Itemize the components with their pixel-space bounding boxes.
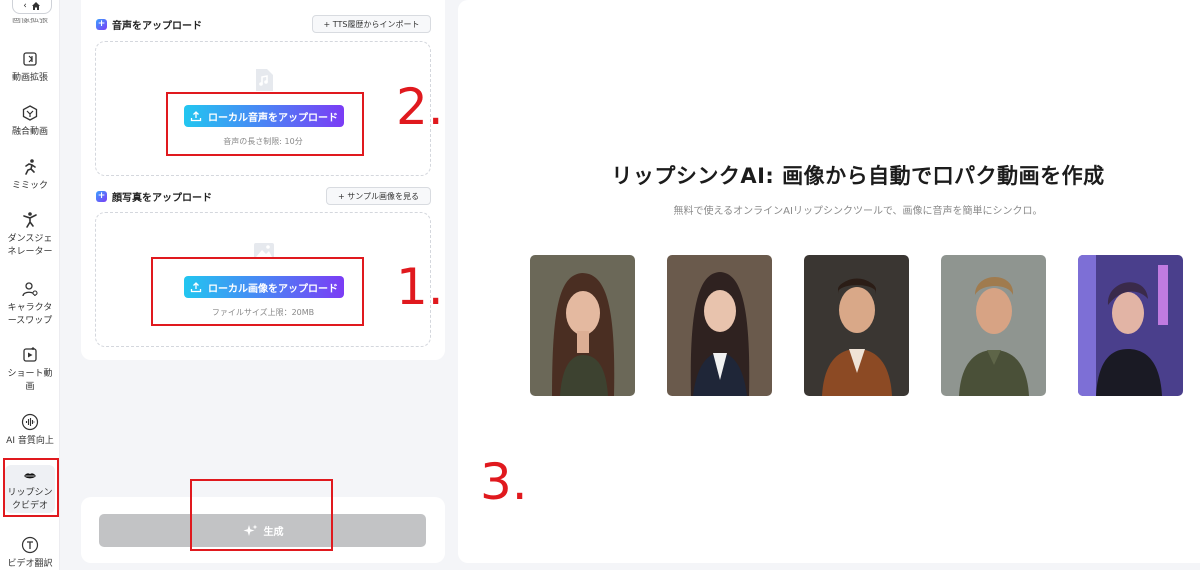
plus-badge-icon: + (96, 19, 107, 30)
sidebar-item-dance-generator[interactable]: ダンスジェ ネレーター (0, 211, 60, 259)
page-subtitle: 無料で使えるオンラインAIリップシンクツールで、画像に音声を簡単にシンクロ。 (673, 206, 1043, 217)
annotation-box-lipsync-menu (3, 458, 59, 517)
chevron-left-icon: ‹ (23, 1, 27, 11)
sample-portrait-2[interactable] (667, 255, 772, 396)
merge-video-icon (22, 105, 38, 121)
sidebar-item-label-cut: 画像拡張 (11, 18, 48, 24)
sidebar-item-video-expand[interactable]: 動画拡張 (0, 50, 60, 85)
sidebar-item-audio-enhance[interactable]: AI 音質向上 (0, 413, 60, 448)
sample-portrait-4[interactable] (941, 255, 1046, 396)
home-button[interactable]: ‹ (12, 0, 52, 14)
dancer-icon (23, 212, 37, 228)
tts-import-button[interactable]: + TTS履歴からインポート (312, 15, 431, 33)
sidebar-item-label: ビデオ翻訳 (7, 559, 53, 569)
running-person-icon (25, 159, 36, 175)
annotation-box-audio-upload (166, 92, 364, 156)
woman-portrait-image (530, 255, 635, 396)
sidebar-item-label: ミミック (11, 181, 48, 191)
home-icon (31, 2, 40, 10)
annotation-step-3: 3. (480, 453, 528, 511)
sample-portrait-5[interactable] (1078, 255, 1183, 396)
photo-section-title: + 顔写真をアップロード (96, 191, 212, 204)
sidebar-item-video-translate[interactable]: ビデオ翻訳 (0, 536, 60, 570)
preview-area: リップシンクAI: 画像から自動で口パク動画を作成 無料で使えるオンラインAIリ… (458, 0, 1200, 563)
sidebar-item-label: キャラクタ ースワップ (7, 303, 53, 326)
sidebar-item-character-swap[interactable]: キャラクタ ースワップ (0, 280, 60, 328)
sample-portrait-1[interactable] (530, 255, 635, 396)
man-portrait-image (804, 255, 909, 396)
translate-icon (21, 536, 39, 554)
audio-file-icon (256, 69, 273, 91)
annotation-box-generate (190, 479, 333, 551)
sidebar-item-label: ショート動 画 (7, 369, 53, 392)
character-swap-icon (22, 282, 38, 297)
sidebar-item-mimic[interactable]: ミミック (0, 158, 60, 193)
annotation-step-2: 2. (396, 78, 444, 136)
sidebar-item-short-video[interactable]: ショート動 画 (0, 346, 60, 394)
plus-badge-icon: + (96, 191, 107, 202)
annotation-box-image-upload (151, 257, 364, 326)
expand-video-icon (23, 52, 37, 66)
short-video-icon (23, 347, 37, 362)
audio-wave-icon (21, 413, 39, 431)
sidebar-item-label: 融合動画 (11, 127, 48, 137)
annotation-step-1: 1. (396, 258, 444, 316)
sidebar-item-label: ダンスジェ ネレーター (7, 234, 53, 257)
page-title: リップシンクAI: 画像から自動で口パク動画を作成 (611, 164, 1105, 188)
cyberpunk-woman-portrait-image (1078, 255, 1183, 396)
audio-section-title: + 音声をアップロード (96, 19, 202, 32)
sidebar-item-merge-video[interactable]: 融合動画 (0, 104, 60, 139)
sample-images-button[interactable]: + サンプル画像を見る (326, 187, 431, 205)
sample-portrait-3[interactable] (804, 255, 909, 396)
sidebar-item-label: 動画拡張 (11, 73, 48, 83)
woman-portrait-image (667, 255, 772, 396)
sidebar-item-label: AI 音質向上 (6, 436, 54, 446)
man-portrait-image (941, 255, 1046, 396)
